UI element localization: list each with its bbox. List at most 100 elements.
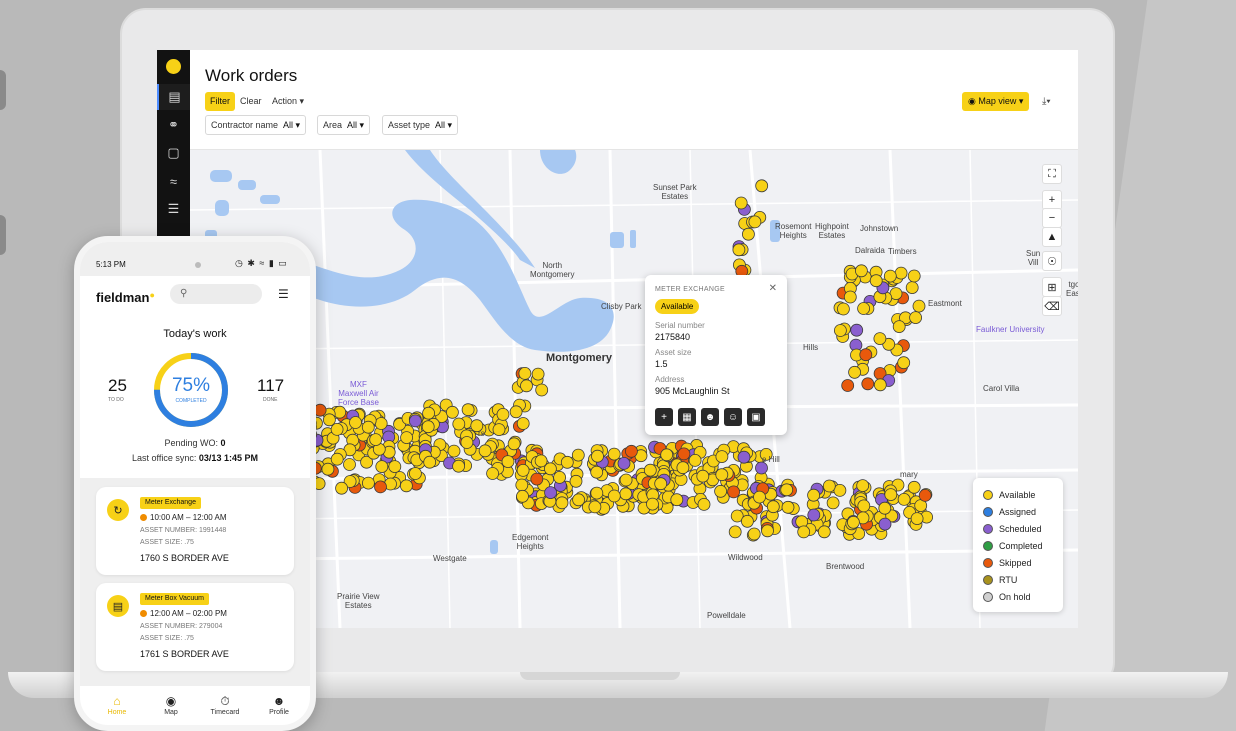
work-order-marker[interactable] bbox=[607, 489, 621, 503]
work-order-marker[interactable] bbox=[742, 227, 755, 241]
work-order-marker[interactable] bbox=[335, 481, 349, 495]
work-order-marker[interactable] bbox=[646, 497, 659, 511]
work-order-marker[interactable] bbox=[755, 179, 769, 193]
work-order-marker[interactable] bbox=[753, 490, 766, 504]
work-order-marker[interactable] bbox=[531, 367, 545, 381]
work-order-marker[interactable] bbox=[714, 484, 727, 498]
work-order-marker[interactable] bbox=[837, 302, 850, 316]
work-order-marker[interactable] bbox=[912, 299, 926, 313]
work-order-marker[interactable] bbox=[520, 379, 533, 393]
work-order-marker[interactable] bbox=[452, 459, 466, 473]
work-order-marker[interactable] bbox=[734, 196, 748, 210]
work-order-marker[interactable] bbox=[807, 508, 821, 522]
map-view-dropdown[interactable]: ◉ Map view ▾ bbox=[962, 92, 1030, 111]
work-order-marker[interactable] bbox=[486, 467, 500, 480]
work-order-marker[interactable] bbox=[747, 527, 761, 541]
work-order-marker[interactable] bbox=[516, 489, 529, 503]
asset-type-filter[interactable]: Asset type All ▾ bbox=[382, 115, 459, 135]
work-orders-icon[interactable]: ▤ bbox=[157, 84, 190, 110]
work-order-marker[interactable] bbox=[909, 311, 922, 325]
work-order-marker[interactable] bbox=[741, 514, 754, 528]
work-order-marker[interactable] bbox=[501, 455, 515, 469]
work-order-marker[interactable] bbox=[897, 356, 911, 370]
add-icon[interactable]: + bbox=[655, 408, 673, 426]
work-order-marker[interactable] bbox=[883, 269, 897, 283]
work-order-marker[interactable] bbox=[460, 436, 474, 449]
work-order-marker[interactable] bbox=[322, 413, 336, 427]
work-order-marker[interactable] bbox=[590, 486, 604, 500]
route-icon[interactable]: ≈ bbox=[157, 168, 190, 194]
locate-icon[interactable]: ☉ bbox=[1042, 251, 1062, 271]
work-order-marker[interactable] bbox=[848, 365, 861, 379]
app-logo[interactable] bbox=[166, 59, 181, 74]
select-area-icon[interactable]: ⊞ bbox=[1042, 277, 1062, 297]
work-order-marker[interactable] bbox=[688, 453, 702, 467]
work-order-marker[interactable] bbox=[369, 433, 383, 447]
work-order-marker[interactable] bbox=[884, 488, 898, 502]
work-order-marker[interactable] bbox=[408, 414, 422, 428]
work-order-marker[interactable] bbox=[374, 417, 388, 430]
work-order-marker[interactable] bbox=[807, 488, 820, 502]
area-filter[interactable]: Area All ▾ bbox=[317, 115, 371, 135]
list-icon[interactable]: ☰ bbox=[157, 196, 190, 222]
work-order-marker[interactable] bbox=[518, 366, 532, 380]
work-order-marker[interactable] bbox=[572, 493, 586, 507]
work-order-marker[interactable] bbox=[343, 458, 356, 471]
zoom-in-button[interactable]: + bbox=[1042, 190, 1062, 210]
assign-team-icon[interactable]: ☻ bbox=[701, 408, 719, 426]
work-order-marker[interactable] bbox=[447, 444, 461, 458]
work-order-marker[interactable] bbox=[654, 477, 668, 491]
work-order-marker[interactable] bbox=[873, 378, 887, 392]
fullscreen-icon[interactable]: ⛶ bbox=[1042, 164, 1062, 184]
work-order-marker[interactable] bbox=[715, 450, 729, 464]
filter-sliders-icon[interactable]: ☰ bbox=[278, 287, 289, 301]
work-order-marker[interactable] bbox=[894, 266, 908, 280]
work-order-marker[interactable] bbox=[878, 501, 892, 515]
work-order-marker[interactable] bbox=[817, 525, 831, 539]
work-order-marker[interactable] bbox=[822, 479, 836, 493]
work-order-marker[interactable] bbox=[907, 480, 921, 494]
work-order-marker[interactable] bbox=[737, 450, 751, 464]
work-order-marker[interactable] bbox=[569, 474, 583, 488]
work-order-marker[interactable] bbox=[590, 465, 604, 479]
work-order-marker[interactable] bbox=[530, 472, 544, 486]
work-order-marker[interactable] bbox=[478, 444, 492, 458]
work-order-marker[interactable] bbox=[897, 492, 911, 506]
work-order-marker[interactable] bbox=[855, 264, 868, 278]
work-order-card[interactable]: ▤ Meter Box Vacuum 12:00 AM – 02:00 PM A… bbox=[96, 583, 294, 671]
clear-button[interactable]: Clear bbox=[240, 92, 262, 111]
work-order-marker[interactable] bbox=[780, 483, 794, 497]
work-order-marker[interactable] bbox=[797, 525, 811, 539]
work-order-marker[interactable] bbox=[361, 476, 375, 490]
work-order-card[interactable]: ↻ Meter Exchange 10:00 AM – 12:00 AM ASS… bbox=[96, 487, 294, 575]
work-order-marker[interactable] bbox=[857, 499, 871, 513]
work-order-marker[interactable] bbox=[507, 437, 521, 451]
work-order-marker[interactable] bbox=[408, 467, 422, 480]
work-order-marker[interactable] bbox=[892, 320, 906, 334]
work-order-marker[interactable] bbox=[878, 517, 892, 531]
work-order-marker[interactable] bbox=[330, 422, 344, 436]
work-order-marker[interactable] bbox=[843, 290, 857, 304]
work-order-marker[interactable] bbox=[660, 448, 674, 462]
work-order-marker[interactable] bbox=[607, 447, 621, 461]
work-order-marker[interactable] bbox=[873, 332, 887, 346]
work-order-marker[interactable] bbox=[516, 417, 530, 430]
work-order-marker[interactable] bbox=[388, 460, 402, 474]
work-order-marker[interactable] bbox=[399, 479, 413, 493]
work-order-marker[interactable] bbox=[509, 405, 523, 419]
work-order-marker[interactable] bbox=[907, 269, 921, 283]
work-order-marker[interactable] bbox=[423, 455, 437, 469]
work-order-marker[interactable] bbox=[748, 215, 762, 229]
work-order-marker[interactable] bbox=[833, 483, 847, 497]
work-order-marker[interactable] bbox=[492, 423, 506, 437]
work-order-marker[interactable] bbox=[728, 525, 742, 539]
work-order-marker[interactable] bbox=[910, 512, 924, 526]
work-order-marker[interactable] bbox=[918, 488, 932, 502]
work-order-marker[interactable] bbox=[861, 377, 875, 391]
work-order-marker[interactable] bbox=[856, 479, 870, 493]
tab-timecard[interactable]: ⏱ Timecard bbox=[200, 694, 250, 716]
work-order-marker[interactable] bbox=[766, 500, 780, 514]
work-order-marker[interactable] bbox=[333, 405, 347, 419]
contractor-filter[interactable]: Contractor name All ▾ bbox=[205, 115, 307, 135]
work-order-marker[interactable] bbox=[696, 469, 710, 483]
